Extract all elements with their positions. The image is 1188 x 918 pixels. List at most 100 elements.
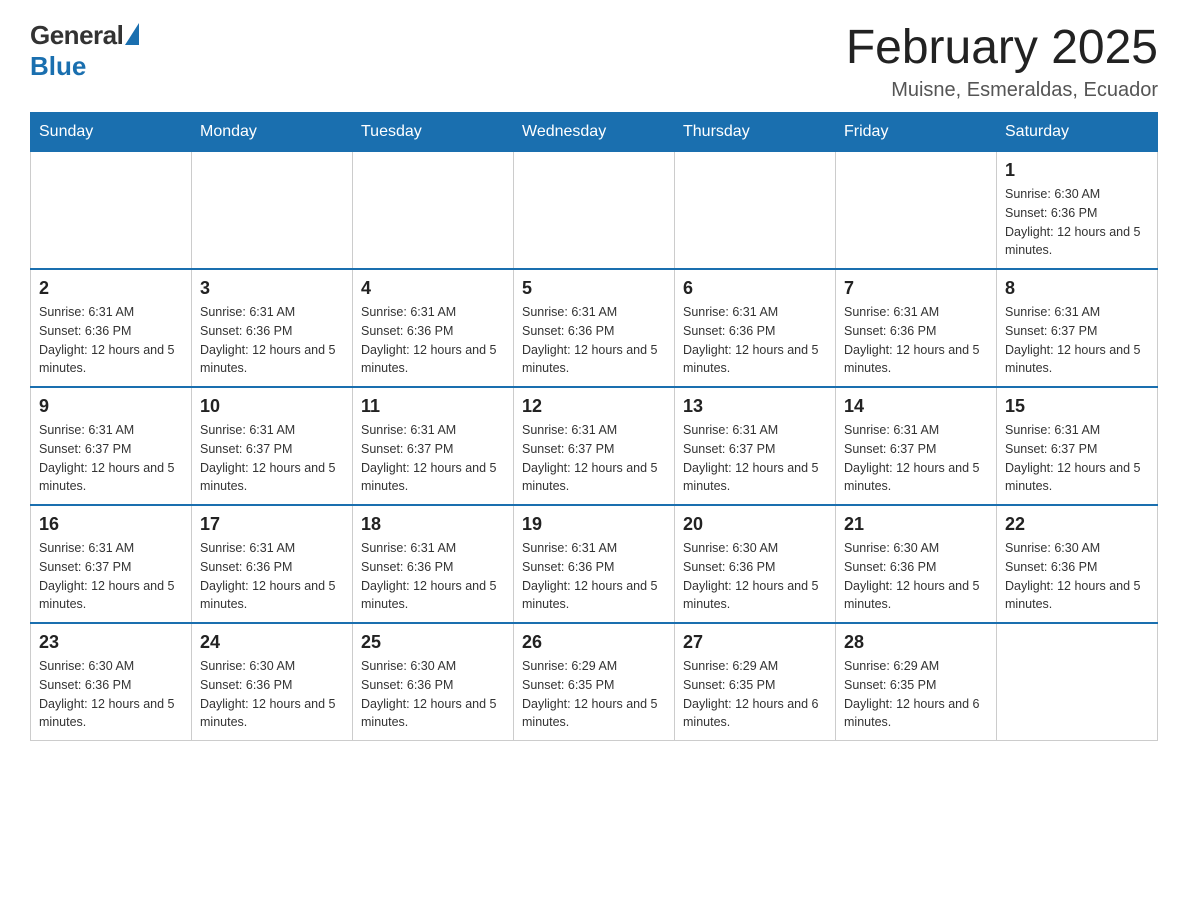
- calendar-cell: 15 Sunrise: 6:31 AM Sunset: 6:37 PM Dayli…: [997, 387, 1158, 505]
- day-info: Sunrise: 6:30 AM Sunset: 6:36 PM Dayligh…: [683, 539, 827, 614]
- column-header-sunday: Sunday: [31, 113, 192, 152]
- calendar-cell: 12 Sunrise: 6:31 AM Sunset: 6:37 PM Dayli…: [514, 387, 675, 505]
- page-header: General Blue February 2025 Muisne, Esmer…: [30, 20, 1158, 102]
- day-info: Sunrise: 6:31 AM Sunset: 6:36 PM Dayligh…: [361, 539, 505, 614]
- day-number: 19: [522, 514, 666, 535]
- day-number: 26: [522, 632, 666, 653]
- calendar-cell: 10 Sunrise: 6:31 AM Sunset: 6:37 PM Dayli…: [192, 387, 353, 505]
- day-info: Sunrise: 6:29 AM Sunset: 6:35 PM Dayligh…: [844, 657, 988, 732]
- day-number: 24: [200, 632, 344, 653]
- day-number: 2: [39, 278, 183, 299]
- day-info: Sunrise: 6:31 AM Sunset: 6:37 PM Dayligh…: [39, 421, 183, 496]
- day-info: Sunrise: 6:31 AM Sunset: 6:37 PM Dayligh…: [1005, 421, 1149, 496]
- day-number: 9: [39, 396, 183, 417]
- day-info: Sunrise: 6:30 AM Sunset: 6:36 PM Dayligh…: [39, 657, 183, 732]
- calendar-cell: [675, 152, 836, 270]
- column-header-saturday: Saturday: [997, 113, 1158, 152]
- calendar-cell: 1 Sunrise: 6:30 AM Sunset: 6:36 PM Daylig…: [997, 152, 1158, 270]
- day-info: Sunrise: 6:30 AM Sunset: 6:36 PM Dayligh…: [1005, 539, 1149, 614]
- day-info: Sunrise: 6:31 AM Sunset: 6:36 PM Dayligh…: [844, 303, 988, 378]
- day-number: 6: [683, 278, 827, 299]
- day-number: 20: [683, 514, 827, 535]
- day-number: 3: [200, 278, 344, 299]
- day-info: Sunrise: 6:31 AM Sunset: 6:36 PM Dayligh…: [39, 303, 183, 378]
- calendar-cell: 21 Sunrise: 6:30 AM Sunset: 6:36 PM Dayli…: [836, 505, 997, 623]
- day-number: 12: [522, 396, 666, 417]
- day-info: Sunrise: 6:31 AM Sunset: 6:37 PM Dayligh…: [844, 421, 988, 496]
- day-number: 15: [1005, 396, 1149, 417]
- day-info: Sunrise: 6:31 AM Sunset: 6:37 PM Dayligh…: [1005, 303, 1149, 378]
- day-number: 22: [1005, 514, 1149, 535]
- calendar-cell: 24 Sunrise: 6:30 AM Sunset: 6:36 PM Dayli…: [192, 623, 353, 741]
- day-info: Sunrise: 6:31 AM Sunset: 6:36 PM Dayligh…: [683, 303, 827, 378]
- calendar-cell: 2 Sunrise: 6:31 AM Sunset: 6:36 PM Daylig…: [31, 269, 192, 387]
- calendar-cell: 22 Sunrise: 6:30 AM Sunset: 6:36 PM Dayli…: [997, 505, 1158, 623]
- day-info: Sunrise: 6:31 AM Sunset: 6:37 PM Dayligh…: [683, 421, 827, 496]
- day-info: Sunrise: 6:31 AM Sunset: 6:36 PM Dayligh…: [361, 303, 505, 378]
- column-header-wednesday: Wednesday: [514, 113, 675, 152]
- column-header-monday: Monday: [192, 113, 353, 152]
- day-number: 18: [361, 514, 505, 535]
- day-number: 1: [1005, 160, 1149, 181]
- calendar-cell: 17 Sunrise: 6:31 AM Sunset: 6:36 PM Dayli…: [192, 505, 353, 623]
- day-info: Sunrise: 6:31 AM Sunset: 6:37 PM Dayligh…: [522, 421, 666, 496]
- title-section: February 2025 Muisne, Esmeraldas, Ecuado…: [846, 20, 1158, 102]
- day-info: Sunrise: 6:29 AM Sunset: 6:35 PM Dayligh…: [522, 657, 666, 732]
- day-number: 27: [683, 632, 827, 653]
- calendar-cell: 14 Sunrise: 6:31 AM Sunset: 6:37 PM Dayli…: [836, 387, 997, 505]
- day-info: Sunrise: 6:31 AM Sunset: 6:37 PM Dayligh…: [200, 421, 344, 496]
- calendar-cell: 23 Sunrise: 6:30 AM Sunset: 6:36 PM Dayli…: [31, 623, 192, 741]
- day-number: 16: [39, 514, 183, 535]
- column-header-friday: Friday: [836, 113, 997, 152]
- calendar-cell: [836, 152, 997, 270]
- calendar-cell: [353, 152, 514, 270]
- column-header-thursday: Thursday: [675, 113, 836, 152]
- calendar-cell: 20 Sunrise: 6:30 AM Sunset: 6:36 PM Dayli…: [675, 505, 836, 623]
- day-number: 28: [844, 632, 988, 653]
- calendar-week-row: 16 Sunrise: 6:31 AM Sunset: 6:37 PM Dayli…: [31, 505, 1158, 623]
- calendar-cell: 18 Sunrise: 6:31 AM Sunset: 6:36 PM Dayli…: [353, 505, 514, 623]
- calendar-cell: [31, 152, 192, 270]
- calendar-cell: 26 Sunrise: 6:29 AM Sunset: 6:35 PM Dayli…: [514, 623, 675, 741]
- calendar-cell: 6 Sunrise: 6:31 AM Sunset: 6:36 PM Daylig…: [675, 269, 836, 387]
- calendar-table: SundayMondayTuesdayWednesdayThursdayFrid…: [30, 112, 1158, 741]
- calendar-cell: 4 Sunrise: 6:31 AM Sunset: 6:36 PM Daylig…: [353, 269, 514, 387]
- calendar-week-row: 1 Sunrise: 6:30 AM Sunset: 6:36 PM Daylig…: [31, 152, 1158, 270]
- day-number: 23: [39, 632, 183, 653]
- calendar-cell: 27Sunrise: 6:29 AM Sunset: 6:35 PM Dayli…: [675, 623, 836, 741]
- calendar-week-row: 2 Sunrise: 6:31 AM Sunset: 6:36 PM Daylig…: [31, 269, 1158, 387]
- calendar-cell: 9 Sunrise: 6:31 AM Sunset: 6:37 PM Daylig…: [31, 387, 192, 505]
- day-number: 10: [200, 396, 344, 417]
- day-number: 7: [844, 278, 988, 299]
- day-number: 11: [361, 396, 505, 417]
- calendar-cell: 5Sunrise: 6:31 AM Sunset: 6:36 PM Daylig…: [514, 269, 675, 387]
- day-info: Sunrise: 6:31 AM Sunset: 6:36 PM Dayligh…: [200, 539, 344, 614]
- logo-triangle-icon: [125, 23, 139, 45]
- day-number: 13: [683, 396, 827, 417]
- day-info: Sunrise: 6:31 AM Sunset: 6:37 PM Dayligh…: [39, 539, 183, 614]
- day-number: 21: [844, 514, 988, 535]
- day-number: 17: [200, 514, 344, 535]
- logo-blue-text: Blue: [30, 51, 86, 82]
- day-number: 8: [1005, 278, 1149, 299]
- calendar-cell: [192, 152, 353, 270]
- day-info: Sunrise: 6:30 AM Sunset: 6:36 PM Dayligh…: [200, 657, 344, 732]
- calendar-cell: 19 Sunrise: 6:31 AM Sunset: 6:36 PM Dayli…: [514, 505, 675, 623]
- day-number: 25: [361, 632, 505, 653]
- calendar-week-row: 9 Sunrise: 6:31 AM Sunset: 6:37 PM Daylig…: [31, 387, 1158, 505]
- location-subtitle: Muisne, Esmeraldas, Ecuador: [846, 79, 1158, 102]
- day-number: 4: [361, 278, 505, 299]
- calendar-cell: [514, 152, 675, 270]
- calendar-cell: 25Sunrise: 6:30 AM Sunset: 6:36 PM Dayli…: [353, 623, 514, 741]
- day-info: Sunrise: 6:31 AM Sunset: 6:36 PM Dayligh…: [522, 539, 666, 614]
- calendar-week-row: 23 Sunrise: 6:30 AM Sunset: 6:36 PM Dayli…: [31, 623, 1158, 741]
- month-title: February 2025: [846, 20, 1158, 75]
- calendar-cell: 7 Sunrise: 6:31 AM Sunset: 6:36 PM Daylig…: [836, 269, 997, 387]
- calendar-cell: 13 Sunrise: 6:31 AM Sunset: 6:37 PM Dayli…: [675, 387, 836, 505]
- logo: General Blue: [30, 20, 139, 82]
- day-info: Sunrise: 6:30 AM Sunset: 6:36 PM Dayligh…: [1005, 185, 1149, 260]
- day-info: Sunrise: 6:30 AM Sunset: 6:36 PM Dayligh…: [844, 539, 988, 614]
- logo-general-text: General: [30, 20, 123, 51]
- calendar-cell: [997, 623, 1158, 741]
- day-number: 14: [844, 396, 988, 417]
